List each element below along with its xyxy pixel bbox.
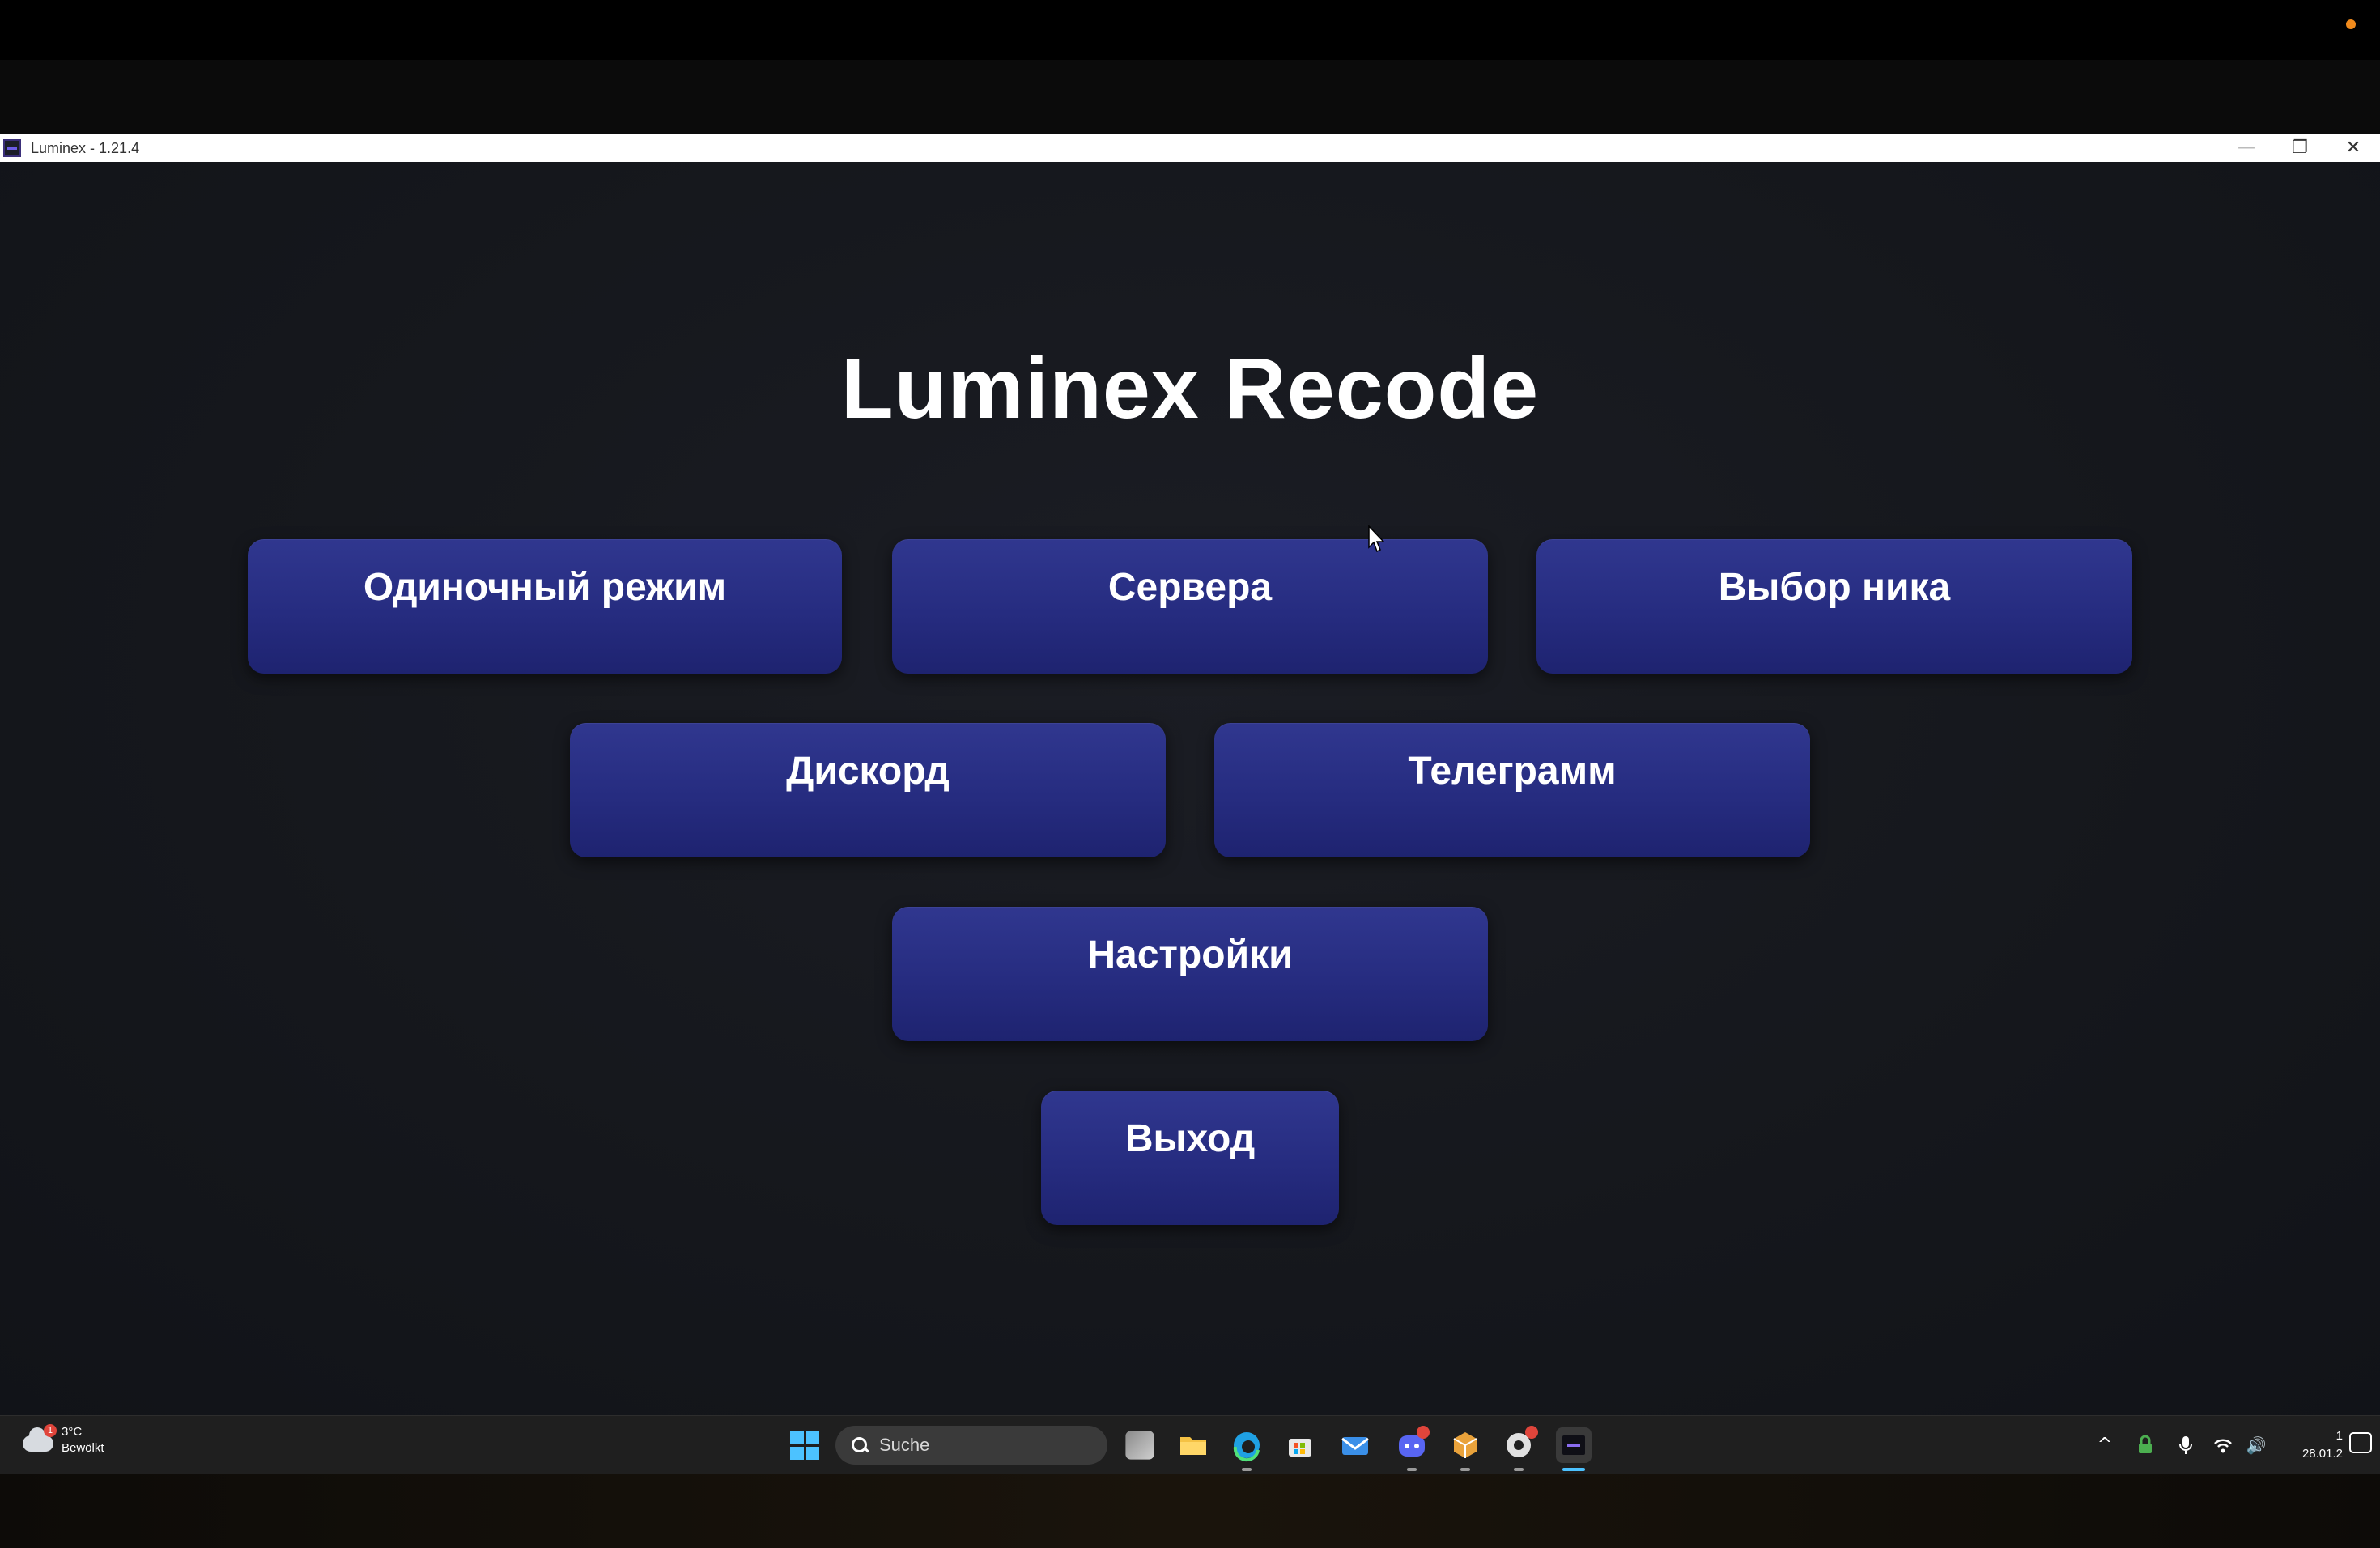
notification-center-icon[interactable] [2349,1432,2372,1453]
weather-text: 3°C Bewölkt [62,1424,104,1457]
discord-notification-badge [1417,1426,1430,1439]
volume-icon[interactable]: 🔊 [2244,1434,2268,1457]
taskbar-search-box[interactable]: Suche [835,1426,1107,1465]
weather-widget[interactable]: 1 3°C Bewölkt [21,1424,104,1457]
package-app-icon[interactable] [1447,1427,1483,1463]
chrome-running-indicator [1514,1468,1524,1471]
app-logo-icon [3,139,21,157]
main-menu: Luminex Recode Одиночный режим Сервера В… [0,162,2380,1415]
top-dark-band [0,60,2380,134]
edge-browser-icon[interactable] [1229,1427,1264,1463]
exit-button[interactable]: Выход [1041,1091,1339,1225]
weather-temp: 3°C [62,1425,83,1439]
luminex-active-indicator [1562,1468,1585,1471]
window-title: Luminex - 1.21.4 [31,139,140,156]
taskbar-clock[interactable]: 1 28.01.2 [2302,1427,2343,1463]
maximize-button[interactable]: ❐ [2273,134,2327,162]
singleplayer-button[interactable]: Одиночный режим [248,539,842,674]
chrome-notification-badge [1525,1426,1538,1439]
store-icon[interactable] [1282,1427,1318,1463]
weather-condition: Bewölkt [62,1441,104,1455]
package-running-indicator [1460,1468,1470,1471]
mail-icon[interactable] [1337,1427,1373,1463]
search-placeholder: Suche [879,1435,930,1455]
app-title: Luminex Recode [840,341,1540,436]
taskbar: 1 3°C Bewölkt Suche ^ 🔊 1 28.01.2 [0,1415,2380,1474]
app-window: Luminex - 1.21.4 — ❐ ✕ Luminex Recode Од… [0,134,2380,1415]
discord-running-indicator [1407,1468,1417,1471]
microphone-icon[interactable] [2174,1434,2197,1457]
screen: Luminex - 1.21.4 — ❐ ✕ Luminex Recode Од… [0,0,2380,1548]
task-view-icon[interactable] [1125,1431,1154,1460]
nickname-button[interactable]: Выбор ника [1536,539,2132,674]
telegram-button[interactable]: Телеграмм [1214,723,1810,857]
weather-badge: 1 [44,1424,57,1437]
recording-bottom-border [0,1474,2380,1548]
close-button[interactable]: ✕ [2327,134,2380,162]
file-explorer-icon[interactable] [1175,1427,1211,1463]
window-titlebar[interactable]: Luminex - 1.21.4 — ❐ ✕ [0,134,2380,162]
edge-running-indicator [1242,1468,1252,1471]
search-icon [850,1435,869,1455]
servers-button[interactable]: Сервера [892,539,1488,674]
tray-overflow-chevron-icon[interactable]: ^ [2093,1434,2116,1457]
clock-time: 1 [2335,1429,2343,1443]
security-lock-icon[interactable] [2134,1434,2157,1457]
settings-button[interactable]: Настройки [892,907,1488,1041]
luminex-app-icon[interactable] [1556,1427,1592,1463]
discord-button[interactable]: Дискорд [570,723,1166,857]
recording-indicator-dot [2346,19,2356,29]
mouse-cursor-icon [1368,525,1385,553]
minimize-button[interactable]: — [2220,134,2273,162]
recording-top-border [0,0,2380,60]
windows-start-icon[interactable] [790,1431,819,1460]
clock-date: 28.01.2 [2301,1447,2343,1461]
wifi-icon[interactable] [2212,1434,2234,1457]
cloud-icon: 1 [21,1424,57,1457]
